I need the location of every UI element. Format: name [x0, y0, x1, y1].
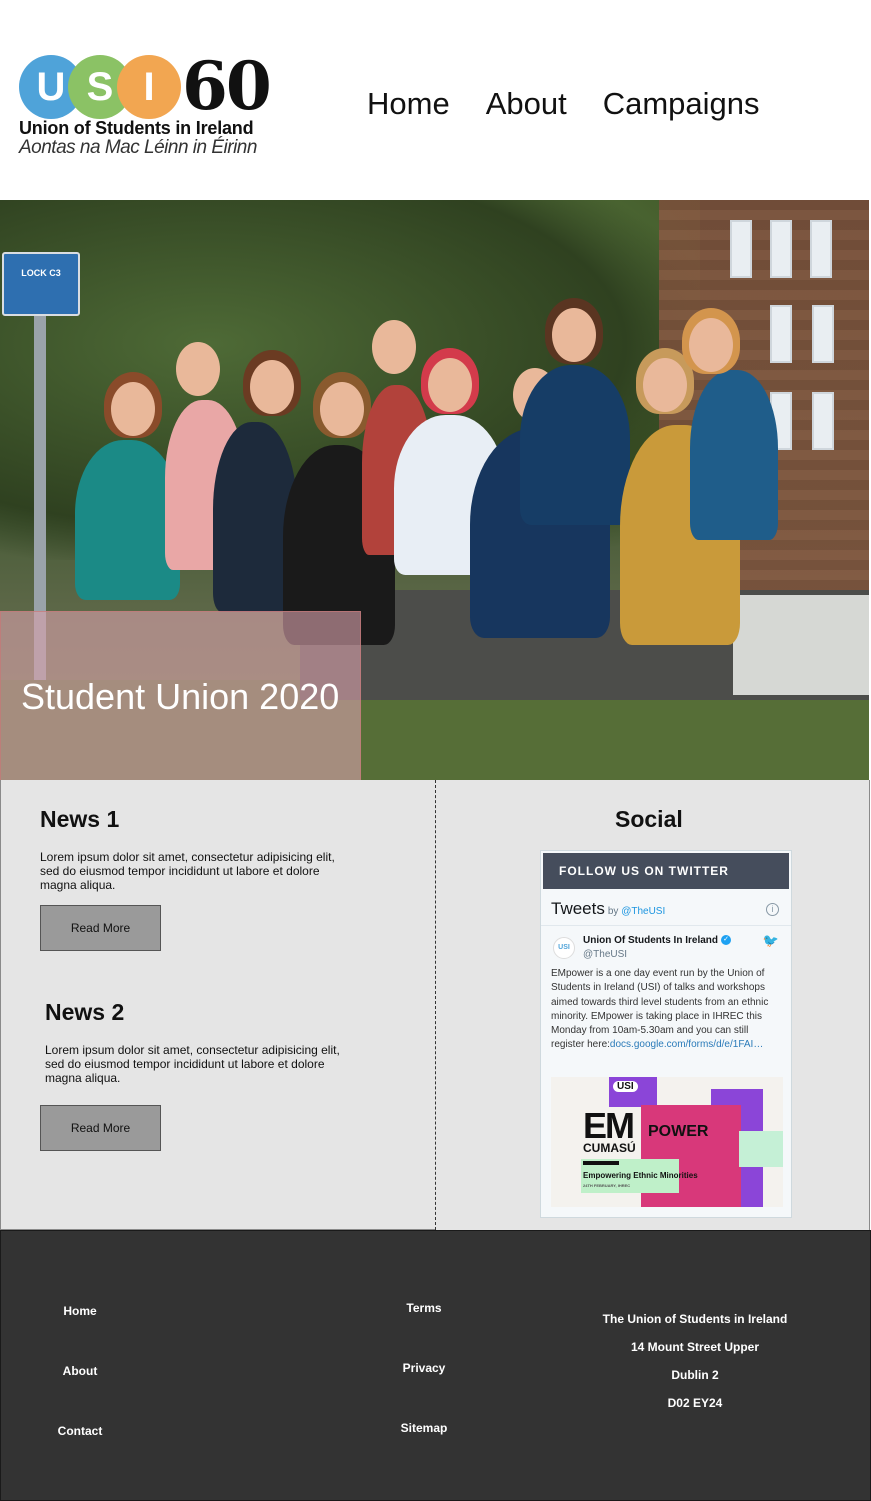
person-head — [320, 382, 364, 436]
footer-link-home[interactable]: Home — [40, 1304, 120, 1318]
footer-link-about[interactable]: About — [40, 1364, 120, 1378]
person-head — [176, 342, 220, 396]
twitter-account-name-text: Union Of Students In Ireland — [583, 935, 718, 946]
image-tagline: Empowering Ethnic Minorities — [583, 1171, 698, 1180]
lock-sign-text: LOCK C3 — [21, 268, 61, 278]
social-title: Social — [615, 806, 683, 832]
footer-link-privacy[interactable]: Privacy — [384, 1361, 464, 1375]
logo-anniversary: 60 — [182, 47, 272, 125]
tweet-text: EMpower is a one day event run by the Un… — [551, 967, 783, 1053]
twitter-bird-icon[interactable]: 🐦 — [763, 933, 779, 949]
twitter-account-handle[interactable]: @TheUSI — [583, 949, 627, 960]
person-head — [250, 360, 294, 414]
logo-name-english: Union of Students in Ireland — [19, 118, 254, 138]
logo-letter-i: I — [117, 55, 181, 119]
twitter-tweets-heading: Tweets by @TheUSI — [551, 899, 665, 919]
building-window — [812, 392, 834, 450]
usi-logo[interactable]: U S I 60 Union of Students in Ireland Ao… — [18, 47, 283, 165]
footer-address-line: The Union of Students in Ireland — [602, 1312, 788, 1326]
twitter-widget[interactable]: FOLLOW US ON TWITTER Tweets by @TheUSI i … — [540, 850, 792, 1218]
person-head — [372, 320, 416, 374]
hero-title: Student Union 2020 — [21, 676, 340, 717]
tweet-image[interactable]: USI EM POWER CUMASÚ Empowering Ethnic Mi… — [551, 1077, 783, 1207]
person-head — [111, 382, 155, 436]
news-1-read-more-button[interactable]: Read More — [40, 905, 161, 951]
by-word: by — [607, 906, 619, 917]
image-power-text: POWER — [648, 1123, 709, 1140]
tweets-by-handle-link[interactable]: @TheUSI — [621, 906, 665, 917]
lock-sign: LOCK C3 — [2, 252, 80, 316]
verified-icon: ✓ — [721, 935, 731, 946]
main-nav: Home About Campaigns — [367, 86, 760, 122]
news-2-title: News 2 — [45, 999, 125, 1025]
tweets-label: Tweets — [551, 899, 605, 918]
image-block — [739, 1131, 783, 1167]
nav-about[interactable]: About — [486, 86, 567, 122]
person-head — [428, 358, 472, 412]
building-window — [730, 220, 752, 278]
person-head — [643, 358, 687, 412]
person-head — [689, 318, 733, 372]
footer-address-line: Dublin 2 — [671, 1368, 719, 1382]
nav-home[interactable]: Home — [367, 86, 450, 122]
news-2-read-more-button[interactable]: Read More — [40, 1105, 161, 1151]
footer-address-line: 14 Mount Street Upper — [630, 1340, 759, 1354]
image-rule — [583, 1161, 619, 1165]
twitter-follow-header[interactable]: FOLLOW US ON TWITTER — [543, 853, 789, 889]
hero-bench-end — [733, 595, 869, 695]
info-icon[interactable]: i — [766, 903, 779, 916]
image-usi-logo: USI — [613, 1081, 638, 1092]
site-header: U S I 60 Union of Students in Ireland Ao… — [0, 0, 871, 200]
image-date: 24TH FEBRUARY, IHREC — [583, 1183, 631, 1188]
image-cumasu-text: CUMASÚ — [583, 1141, 636, 1155]
logo-name-irish: Aontas na Mac Léinn in Éirinn — [19, 137, 257, 158]
news-1-title: News 1 — [40, 806, 120, 832]
tweet-link[interactable]: docs.google.com/forms/d/e/1FAI… — [610, 1039, 763, 1050]
nav-campaigns[interactable]: Campaigns — [603, 86, 760, 122]
footer-link-contact[interactable]: Contact — [40, 1424, 120, 1438]
tweets-by-label: by @TheUSI — [608, 906, 665, 917]
footer-link-sitemap[interactable]: Sitemap — [384, 1421, 464, 1435]
footer-link-terms[interactable]: Terms — [384, 1301, 464, 1315]
footer-address-line: D02 EY24 — [667, 1396, 723, 1410]
news-1-body: Lorem ipsum dolor sit amet, consectetur … — [40, 850, 335, 892]
news-2-body: Lorem ipsum dolor sit amet, consectetur … — [45, 1043, 340, 1085]
building-window — [770, 220, 792, 278]
person — [520, 365, 630, 525]
building-window — [770, 305, 792, 363]
twitter-divider — [541, 925, 791, 926]
building-window — [810, 220, 832, 278]
twitter-avatar[interactable]: USI — [553, 937, 575, 959]
person-head — [552, 308, 596, 362]
building-window — [812, 305, 834, 363]
person — [690, 370, 778, 540]
twitter-account-name[interactable]: Union Of Students In Ireland ✓ — [583, 935, 731, 946]
